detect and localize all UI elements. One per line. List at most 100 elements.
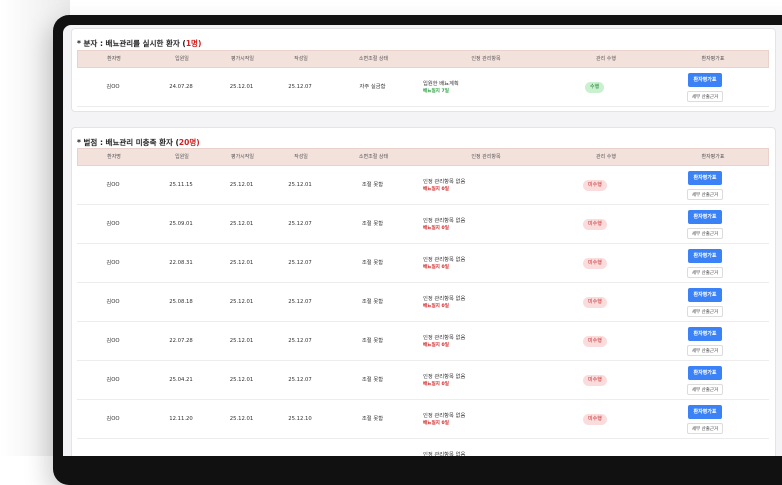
patient-name: 김OO — [106, 416, 120, 422]
table-row: 김OO 25.11.15 25.12.01 25.12.01 조절 못함 인정 관리항목 … — [77, 166, 769, 205]
management-item: 인정 관리항목 없음 배뇨일지 0일 — [423, 256, 465, 272]
col-header-written: 작성일 — [294, 56, 308, 62]
management-item: 인정 관리항목 없음 배뇨일지 0일 — [423, 412, 465, 428]
eval-start-date: 25.12.01 — [229, 221, 254, 227]
admit-date: 25.11.15 — [169, 182, 193, 188]
admit-date: 25.04.21 — [169, 377, 193, 383]
performance-badge: 미수행 — [583, 180, 607, 191]
performance-badge: 미수행 — [583, 258, 607, 269]
patient-name: 김OO — [106, 377, 120, 383]
patient-count: 20명 — [178, 138, 197, 147]
patient-eval-button[interactable]: 환자평가표 — [688, 327, 722, 341]
urine-status: 조절 못함 — [361, 338, 384, 344]
detail-basis-button[interactable]: 세부 산출근거 — [687, 384, 723, 395]
management-item-label: 인정 관리항목 없음 — [423, 218, 466, 224]
written-date — [270, 439, 330, 456]
table-row: 김OO 25.08.18 25.12.01 25.12.07 조절 못함 인정 관리항목 … — [77, 283, 769, 322]
col-header-status: 소변조절 상태 — [358, 154, 389, 160]
performance-badge: 수행 — [585, 82, 605, 93]
patient-eval-button[interactable]: 환자평가표 — [688, 366, 722, 380]
management-item: 인정 관리항목 없음 배뇨일지 0일 — [423, 373, 465, 389]
table-row: 김OO 22.08.31 25.12.01 25.12.07 조절 못함 인정 관리항목 … — [77, 244, 769, 283]
section-title: * 분자 : 배뇨관리를 실시한 환자 (1명) — [77, 39, 202, 48]
written-date: 25.12.07 — [288, 377, 312, 383]
eval-start-date: 25.12.01 — [229, 338, 254, 344]
eval-start-date: 25.12.01 — [229, 299, 254, 305]
management-item-label: 인정 관리항목 없음 — [423, 179, 466, 185]
patient-name: 김OO — [106, 338, 120, 344]
urine-status: 조절 못함 — [361, 182, 384, 188]
unmet-patients-card: * 벌점 : 배뇨관리 미충족 환자 (20명) 환자명 입원일 평가시작일 작… — [71, 127, 776, 456]
table-row: 인정 관리항목 없음 — [77, 439, 769, 456]
section-title: * 벌점 : 배뇨관리 미충족 환자 (20명) — [77, 138, 200, 147]
patient-eval-button[interactable]: 환자평가표 — [688, 171, 722, 185]
admit-date: 22.07.28 — [169, 338, 193, 344]
patient-eval-button[interactable]: 환자평가표 — [688, 249, 722, 263]
diary-days: 배뇨일지 7일 — [423, 89, 449, 94]
col-header-written: 작성일 — [294, 154, 308, 160]
management-item: 입원한 배뇨계획배뇨일지 7일 — [423, 80, 459, 96]
col-header-name: 환자명 — [107, 56, 121, 62]
table-row: 김OO 22.07.28 25.12.01 25.12.07 조절 못함 인정 관리항목 … — [77, 322, 769, 361]
written-date: 25.12.07 — [288, 299, 312, 305]
management-item-label: 입원한 배뇨계획 — [423, 81, 459, 87]
management-item: 인정 관리항목 없음 — [423, 451, 465, 456]
detail-basis-button[interactable]: 세부 산출근거 — [687, 423, 723, 434]
admit-date: 22.08.31 — [169, 260, 193, 266]
admit-date — [149, 439, 213, 456]
col-header-eval: 환자평가표 — [701, 56, 725, 62]
diary-days: 배뇨일지 0일 — [423, 304, 449, 309]
management-item: 인정 관리항목 없음배뇨일지 0일 — [423, 334, 465, 350]
performance-badge: 미수행 — [583, 414, 607, 425]
table-row: 김OO 25.09.01 25.12.01 25.12.07 조절 못함 인정 관리항목 … — [77, 205, 769, 244]
col-header-name: 환자명 — [107, 154, 121, 160]
diary-days: 배뇨일지 0일 — [423, 226, 449, 231]
unmet-table: 환자명 입원일 평가시작일 작성일 소변조절 상태 인정 관리항목 관리 수행 … — [77, 148, 769, 456]
patient-count: 1명 — [185, 39, 198, 48]
performance-badge: 미수행 — [583, 297, 607, 308]
diary-days: 배뇨일지 0일 — [423, 187, 449, 192]
eval-start-date — [213, 439, 270, 456]
eval-start-date: 25.12.01 — [229, 377, 254, 383]
management-item-label: 인정 관리항목 없음 — [423, 335, 466, 341]
urine-status: 조절 못함 — [361, 416, 384, 422]
written-date: 25.12.07 — [288, 84, 312, 90]
patient-name: 김OO — [106, 221, 120, 227]
admit-date: 12.11.20 — [169, 416, 193, 422]
detail-basis-button[interactable]: 세부 산출근거 — [687, 91, 723, 102]
diary-days: 배뇨일지 0일 — [423, 343, 449, 348]
patient-eval-button[interactable]: 환자평가표 — [688, 210, 722, 224]
tablet-screen: * 분자 : 배뇨관리를 실시한 환자 (1명) 환자명 입원일 평가시작일 작… — [63, 25, 782, 456]
patient-name: 김OO — [106, 260, 120, 266]
patient-eval-button[interactable]: 환자평가표 — [688, 405, 722, 419]
detail-basis-button[interactable]: 세부 산출근거 — [687, 306, 723, 317]
written-date: 25.12.07 — [288, 338, 312, 344]
management-item: 인정 관리항목 없음배뇨일지 0일 — [423, 217, 465, 233]
patient-eval-button[interactable]: 환자평가표 — [688, 288, 722, 302]
urine-status: 조절 못함 — [361, 377, 384, 383]
detail-basis-button[interactable]: 세부 산출근거 — [687, 345, 723, 356]
eval-start-date: 25.12.01 — [229, 260, 254, 266]
col-header-admit: 입원일 — [175, 154, 189, 160]
detail-basis-button[interactable]: 세부 산출근거 — [687, 228, 723, 239]
col-header-start: 평가시작일 — [230, 154, 254, 160]
management-item-label: 인정 관리항목 없음 — [423, 413, 466, 419]
admit-date: 25.08.18 — [169, 299, 193, 305]
performed-table: 환자명 입원일 평가시작일 작성일 소변조절 상태 인정 관리항목 관리 수행 … — [77, 50, 769, 107]
urine-status: 조절 못함 — [361, 221, 384, 227]
management-item-label: 인정 관리항목 없음 — [423, 452, 466, 456]
written-date: 25.12.07 — [288, 221, 312, 227]
col-header-eval: 환자평가표 — [701, 154, 725, 160]
patient-name: 김OO — [106, 299, 120, 305]
patient-name: 김OO — [106, 84, 120, 90]
col-header-item: 인정 관리항목 — [471, 154, 501, 160]
management-item: 인정 관리항목 없음 배뇨일지 0일 — [423, 295, 465, 311]
urine-status: 조절 못함 — [361, 260, 384, 266]
col-header-admit: 입원일 — [175, 56, 189, 62]
detail-basis-button[interactable]: 세부 산출근거 — [687, 267, 723, 278]
patient-name — [77, 439, 149, 456]
detail-basis-button[interactable]: 세부 산출근거 — [687, 189, 723, 200]
patient-eval-button[interactable]: 환자평가표 — [688, 73, 722, 87]
admit-date: 25.09.01 — [169, 221, 193, 227]
eval-start-date: 25.12.01 — [229, 182, 254, 188]
